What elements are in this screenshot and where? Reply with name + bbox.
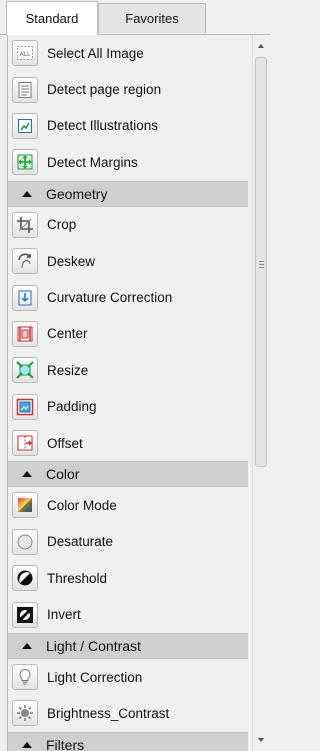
resize-icon bbox=[12, 357, 38, 384]
crop-icon bbox=[12, 211, 38, 238]
tool-item-crop[interactable]: Crop bbox=[8, 207, 248, 243]
tool-item-label: Light Correction bbox=[47, 669, 143, 685]
tool-item-light-correction[interactable]: Light Correction bbox=[8, 659, 248, 695]
section-label: Light / Contrast bbox=[46, 637, 141, 654]
collapse-arrow-icon bbox=[22, 642, 32, 649]
tool-item-label: Detect page region bbox=[47, 82, 162, 98]
tool-item-invert[interactable]: Invert bbox=[8, 596, 248, 632]
tool-item-label: Color Mode bbox=[47, 497, 117, 513]
scroll-up-arrow-icon[interactable] bbox=[253, 39, 269, 53]
tool-item-label: Curvature Correction bbox=[47, 290, 173, 306]
brightness-contrast-icon bbox=[12, 700, 38, 727]
tab-bar: Standard Favorites bbox=[0, 0, 270, 35]
tool-item-label: Detect Illustrations bbox=[47, 118, 159, 134]
threshold-icon bbox=[12, 565, 38, 592]
tool-item-offset[interactable]: Offset bbox=[8, 425, 248, 461]
tool-item-label: Brightness_Contrast bbox=[47, 705, 170, 721]
tool-item-label: Offset bbox=[47, 435, 83, 451]
collapse-arrow-icon bbox=[22, 741, 32, 748]
tool-item-brightness-contrast[interactable]: Brightness_Contrast bbox=[8, 695, 248, 731]
scrollbar[interactable] bbox=[252, 35, 268, 751]
section-label: Color bbox=[46, 466, 80, 483]
tool-item-padding[interactable]: Padding bbox=[8, 389, 248, 425]
section-header-geometry[interactable]: Geometry bbox=[8, 180, 248, 207]
section-header-filters[interactable]: Filters bbox=[8, 731, 248, 751]
tool-item-curvature-correction[interactable]: Curvature Correction bbox=[8, 279, 248, 315]
margins-icon bbox=[12, 149, 38, 176]
offset-icon bbox=[12, 430, 38, 457]
tool-item-label: Resize bbox=[47, 362, 89, 378]
tool-item-label: Center bbox=[47, 326, 88, 342]
color-mode-icon bbox=[12, 492, 38, 519]
section-header-color[interactable]: Color bbox=[8, 461, 248, 488]
scroll-grip-icon bbox=[259, 261, 264, 270]
center-icon bbox=[12, 320, 38, 347]
tool-item-center[interactable]: Center bbox=[8, 316, 248, 352]
deskew-icon bbox=[12, 248, 38, 275]
invert-icon bbox=[12, 601, 38, 628]
tool-item-label: Detect Margins bbox=[47, 154, 138, 170]
select-all-icon: ALL bbox=[12, 40, 38, 67]
tool-item-select-all-image[interactable]: ALL Select All Image bbox=[8, 35, 248, 71]
padding-icon bbox=[12, 393, 38, 420]
tool-item-label: Desaturate bbox=[47, 534, 114, 550]
page-region-icon bbox=[12, 76, 38, 103]
tool-item-color-mode[interactable]: Color Mode bbox=[8, 487, 248, 523]
tools-panel: ALL Select All Image Detect page region Det… bbox=[7, 35, 248, 751]
collapse-arrow-icon bbox=[22, 190, 32, 197]
illustrations-icon bbox=[12, 112, 38, 139]
tool-item-label: Padding bbox=[47, 399, 97, 415]
tool-item-deskew[interactable]: Deskew bbox=[8, 243, 248, 279]
tool-item-detect-margins[interactable]: Detect Margins bbox=[8, 144, 248, 180]
scroll-down-arrow-icon[interactable] bbox=[253, 733, 269, 747]
tool-item-detect-illustrations[interactable]: Detect Illustrations bbox=[8, 108, 248, 144]
tool-item-detect-page-region[interactable]: Detect page region bbox=[8, 71, 248, 107]
tool-item-label: Deskew bbox=[47, 253, 96, 269]
tool-item-label: Invert bbox=[47, 607, 81, 623]
tool-item-label: Threshold bbox=[47, 570, 108, 586]
tools-list: ALL Select All Image Detect page region Det… bbox=[8, 35, 248, 751]
tab-favorites[interactable]: Favorites bbox=[98, 3, 206, 33]
light-correction-icon bbox=[12, 664, 38, 691]
section-label: Geometry bbox=[46, 185, 108, 202]
section-header-light-contrast[interactable]: Light / Contrast bbox=[8, 632, 248, 659]
tool-item-desaturate[interactable]: Desaturate bbox=[8, 524, 248, 560]
scroll-thumb[interactable] bbox=[255, 57, 267, 467]
collapse-arrow-icon bbox=[22, 471, 32, 478]
svg-text:ALL: ALL bbox=[20, 51, 31, 58]
curvature-icon bbox=[12, 284, 38, 311]
tool-item-resize[interactable]: Resize bbox=[8, 352, 248, 388]
tool-item-threshold[interactable]: Threshold bbox=[8, 560, 248, 596]
tab-standard[interactable]: Standard bbox=[6, 1, 98, 35]
tool-item-label: Crop bbox=[47, 217, 77, 233]
desaturate-icon bbox=[12, 528, 38, 555]
tool-item-label: Select All Image bbox=[47, 45, 144, 61]
section-label: Filters bbox=[46, 736, 85, 751]
